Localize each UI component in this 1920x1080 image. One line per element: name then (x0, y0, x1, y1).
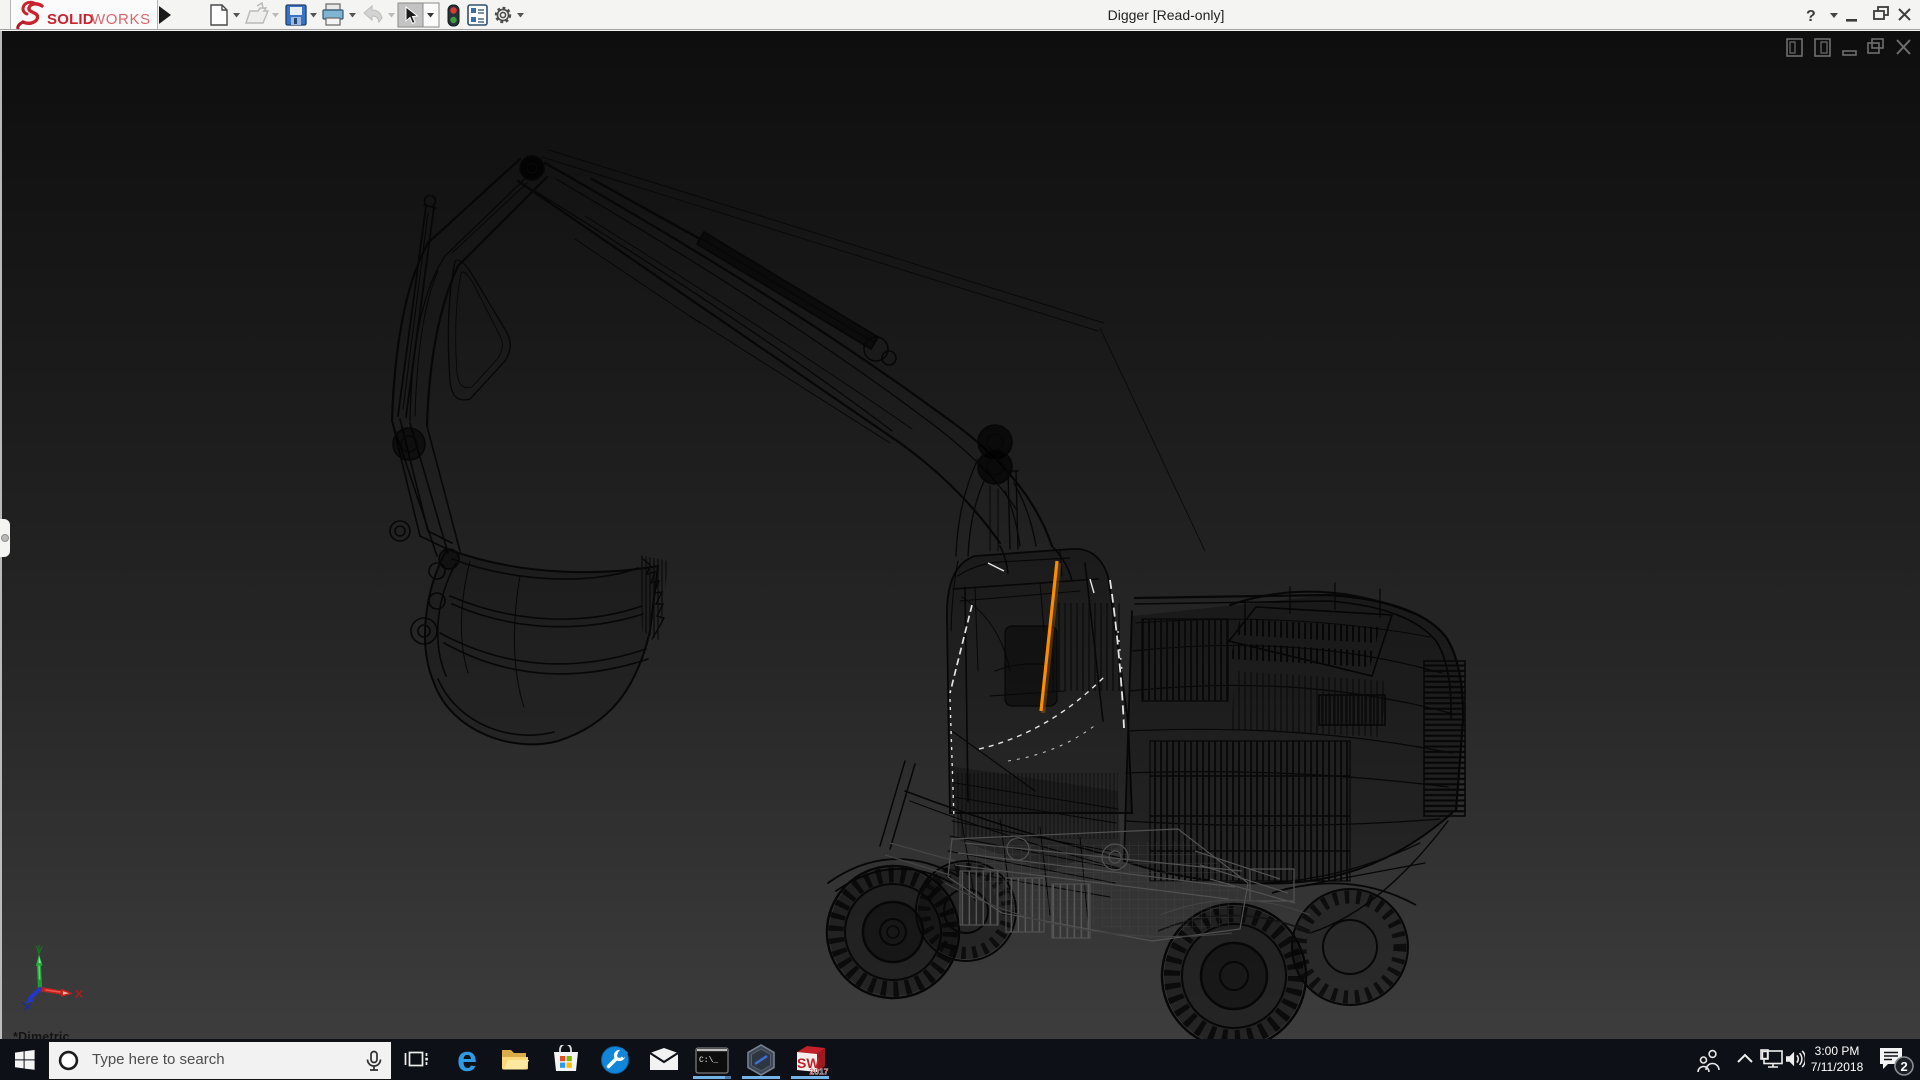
svg-text:WORKS: WORKS (91, 11, 151, 28)
svg-text:SOLID: SOLID (47, 11, 94, 28)
svg-text:C:\_: C:\_ (699, 1056, 718, 1065)
svg-text:2017: 2017 (810, 1067, 829, 1077)
svg-text:2: 2 (1901, 1059, 1908, 1074)
svg-text:?: ? (1806, 8, 1816, 25)
